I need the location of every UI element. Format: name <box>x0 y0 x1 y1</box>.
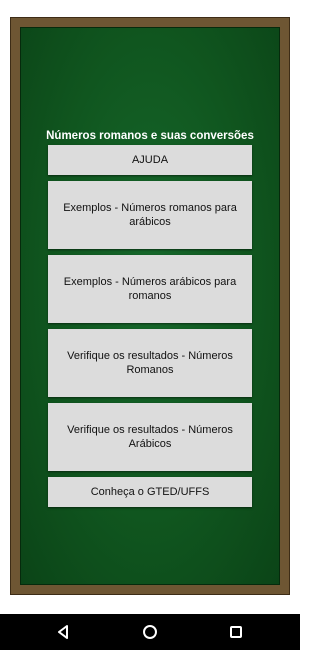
examples-arabic-to-roman-button[interactable]: Exemplos - Números arábicos para romanos <box>48 255 252 323</box>
recents-icon[interactable] <box>226 622 246 642</box>
chalkboard-frame: Números romanos e suas conversões AJUDA … <box>10 17 290 595</box>
about-gted-button[interactable]: Conheça o GTED/UFFS <box>48 477 252 507</box>
examples-roman-to-arabic-button[interactable]: Exemplos - Números romanos para arábicos <box>48 181 252 249</box>
help-button[interactable]: AJUDA <box>48 145 252 175</box>
page-title: Números romanos e suas conversões <box>46 130 254 142</box>
chalkboard: Números romanos e suas conversões AJUDA … <box>20 27 280 585</box>
verify-roman-results-button[interactable]: Verifique os resultados - Números Romano… <box>48 329 252 397</box>
home-icon[interactable] <box>140 622 160 642</box>
system-navigation-bar <box>0 614 300 650</box>
verify-arabic-results-button[interactable]: Verifique os resultados - Números Arábic… <box>48 403 252 471</box>
back-icon[interactable] <box>54 622 74 642</box>
